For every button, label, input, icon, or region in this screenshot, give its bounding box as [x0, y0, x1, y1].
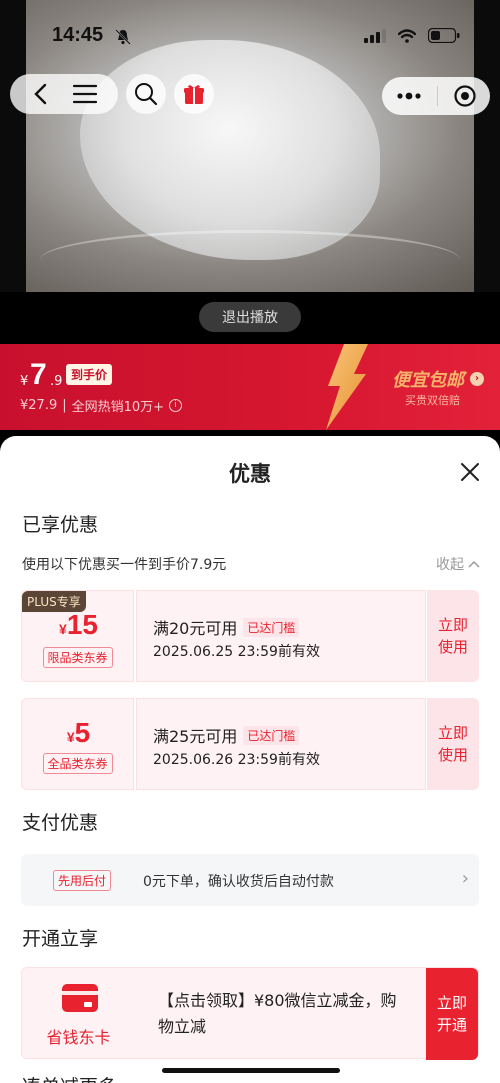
- collapse-button[interactable]: 收起: [436, 554, 480, 574]
- open-now-label-2: 开通: [436, 1016, 467, 1034]
- pay-later-text: 0元下单，确认收货后自动付款: [143, 874, 334, 890]
- coupon-type-tag: 限品类东券: [42, 647, 113, 668]
- capsule-separator: [436, 86, 438, 106]
- coupon-amount: ¥5: [22, 717, 135, 749]
- pay-later-tag: 先用后付: [53, 870, 112, 891]
- coupon-validity: 2025.06.26 23:59前有效: [153, 752, 320, 768]
- coupon-info-panel: 满25元可用 已达门槛 2025.06.26 23:59前有效: [136, 698, 426, 790]
- promo-subtitle: 买贵双倍赔: [405, 394, 460, 407]
- menu-icon[interactable]: [72, 83, 98, 105]
- nav-pill: [10, 74, 118, 114]
- close-icon[interactable]: [458, 460, 482, 484]
- sales-count: 全网热销10万+: [71, 400, 165, 415]
- use-now-label-2: 使用: [437, 746, 468, 764]
- close-miniprogram-icon[interactable]: [453, 84, 477, 108]
- price-banner[interactable]: ¥ 7 .9 到手价 ¥27.9 | 全网热销10万+ i 便宜包邮 › 买贵双…: [0, 344, 500, 430]
- coupon-value-panel: ¥5 全品类东券: [21, 698, 134, 790]
- coupon-card[interactable]: PLUS专享 ¥15 限品类东券 满20元可用 已达门槛 2025.06.25 …: [21, 590, 479, 682]
- section-more-title: 凑单减更多: [22, 1072, 117, 1083]
- use-now-button[interactable]: 立即 使用: [427, 698, 479, 790]
- search-icon: [135, 83, 158, 106]
- threshold-reached-badge: 已达门槛: [243, 725, 300, 745]
- status-time: 14:45: [52, 24, 104, 46]
- wifi-icon: [398, 28, 416, 43]
- section-open-title: 开通立享: [22, 928, 99, 950]
- chevron-right-icon: ›: [461, 868, 469, 889]
- promo-title[interactable]: 便宜包邮 ›: [392, 366, 484, 392]
- promo-title-text: 便宜包邮: [392, 370, 464, 391]
- coupon-currency: ¥: [59, 621, 67, 637]
- price-integer: 7: [30, 358, 47, 391]
- open-now-button[interactable]: 立即 开通: [426, 968, 478, 1060]
- price-decimal: .9: [50, 374, 63, 389]
- open-now-label-1: 立即: [436, 994, 467, 1012]
- coupon-validity: 2025.06.25 23:59前有效: [153, 644, 320, 660]
- coupon-card[interactable]: ¥5 全品类东券 满25元可用 已达门槛 2025.06.26 23:59前有效…: [21, 698, 479, 790]
- use-now-button[interactable]: 立即 使用: [427, 590, 479, 682]
- video-bowl: [40, 230, 460, 290]
- chevron-right-icon: ›: [470, 372, 484, 386]
- final-price-tag: 到手价: [66, 364, 113, 385]
- coupon-amount: ¥15: [22, 609, 135, 641]
- battery-icon: [428, 28, 460, 43]
- saving-card-row[interactable]: 省钱东卡 【点击领取】¥80微信立减金，购物立减 立即 开通: [21, 967, 479, 1060]
- use-now-label-1: 立即: [437, 724, 468, 742]
- info-icon[interactable]: i: [169, 399, 183, 412]
- back-icon[interactable]: [31, 82, 51, 106]
- card-icon: [62, 984, 98, 1012]
- gift-button[interactable]: [174, 74, 214, 114]
- use-now-label-1: 立即: [437, 616, 468, 634]
- coupon-amount-value: 15: [66, 609, 98, 640]
- card-name: 省钱东卡: [46, 1028, 111, 1047]
- coupon-value-panel: PLUS专享 ¥15 限品类东券: [21, 590, 134, 682]
- price-currency: ¥: [20, 374, 29, 389]
- discount-sheet: 优惠 已享优惠 使用以下优惠买一件到手价7.9元 收起 PLUS专享 ¥15 限…: [0, 436, 500, 1083]
- home-indicator: [162, 1068, 340, 1073]
- bell-slash-icon: [115, 29, 131, 45]
- coupon-condition-text: 满20元可用: [153, 619, 238, 638]
- status-icons: [364, 28, 460, 43]
- coupon-currency: ¥: [66, 729, 75, 745]
- chevron-up-icon: [468, 560, 480, 568]
- original-price: ¥27.9: [20, 398, 58, 413]
- status-bar: 14:45: [0, 22, 500, 52]
- video-content: [80, 40, 380, 260]
- exit-playback-button[interactable]: 退出播放: [199, 302, 301, 332]
- coupon-condition: 满20元可用 已达门槛: [153, 615, 300, 639]
- gift-icon: [184, 85, 204, 104]
- coupon-type-tag: 全品类东券: [42, 753, 113, 774]
- section-pay-title: 支付优惠: [22, 812, 99, 834]
- signal-icon: [364, 28, 386, 43]
- coupon-amount-value: 5: [74, 717, 91, 748]
- more-dots-icon[interactable]: [396, 91, 422, 101]
- use-description: 使用以下优惠买一件到手价7.9元: [22, 557, 227, 573]
- card-offer-text: 【点击领取】¥80微信立减金，购物立减: [158, 991, 397, 1036]
- coupon-condition: 满25元可用 已达门槛: [153, 723, 300, 747]
- threshold-reached-badge: 已达门槛: [243, 617, 300, 637]
- use-now-label-2: 使用: [437, 638, 468, 656]
- search-button[interactable]: [126, 74, 166, 114]
- divider: |: [62, 398, 67, 413]
- original-price-line: ¥27.9 | 全网热销10万+ i: [20, 396, 183, 415]
- section-enjoyed-title: 已享优惠: [22, 514, 99, 536]
- coupon-info-panel: 满20元可用 已达门槛 2025.06.25 23:59前有效: [136, 590, 426, 682]
- pay-later-row[interactable]: 先用后付 0元下单，确认收货后自动付款 ›: [21, 854, 479, 906]
- capsule-menu: [382, 77, 490, 115]
- sheet-title: 优惠: [229, 462, 271, 486]
- collapse-label: 收起: [436, 557, 464, 573]
- coupon-condition-text: 满25元可用: [153, 727, 238, 746]
